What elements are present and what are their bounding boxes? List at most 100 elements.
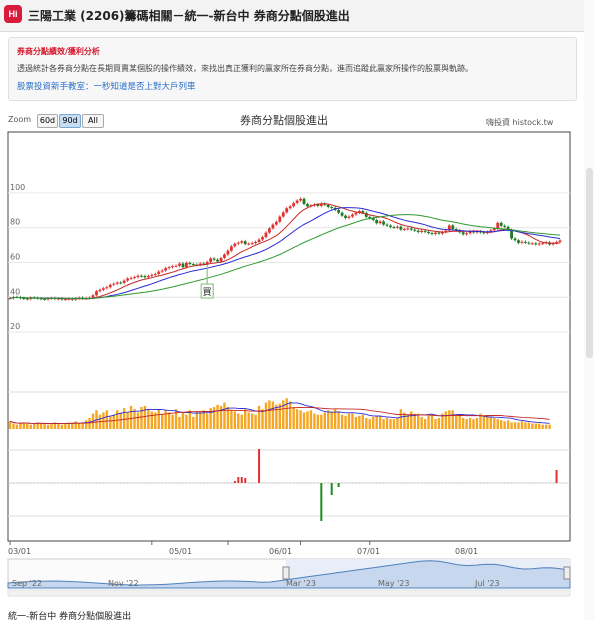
zoom-90d-button[interactable]: 90d (59, 114, 81, 128)
candle (354, 212, 358, 215)
candle (437, 232, 441, 234)
candle (517, 240, 520, 243)
zoom-60d-button[interactable]: 60d (37, 114, 58, 128)
net-tick (113, 482, 115, 484)
candle (326, 204, 330, 207)
newbie-link[interactable]: 股票投資新手教室：一秒知道是否上對大戶列車 (17, 80, 196, 92)
chart-title: 券商分點個股進出 (240, 114, 328, 127)
candle (344, 215, 347, 218)
navigator-handle-right[interactable] (563, 566, 571, 580)
net-tick (26, 482, 28, 484)
net-tick (483, 482, 485, 484)
volume-bar (382, 419, 385, 429)
volume-bar (167, 412, 171, 429)
volume-bar (136, 412, 140, 429)
price-tick-label: 40 (10, 287, 20, 296)
volume-bar (292, 407, 295, 429)
navigator-handle-left[interactable] (282, 566, 290, 580)
net-tick (552, 482, 554, 484)
volume-bar (340, 414, 344, 429)
net-buysell-bar (244, 478, 247, 483)
volume-bar (458, 415, 461, 429)
candle (136, 275, 140, 278)
candle (413, 229, 417, 231)
candle (399, 226, 403, 230)
net-tick (493, 482, 495, 484)
volume-bar (375, 415, 378, 429)
net-tick (223, 482, 226, 484)
net-tick (455, 482, 457, 484)
stock-chart[interactable]: 20 40 60 80 100 買 03/01 05/01 06/01 07/01 08/01 Sep… (0, 128, 584, 604)
net-tick (171, 482, 174, 484)
volume-bar (372, 416, 375, 429)
net-tick (130, 482, 132, 484)
volume-bar (109, 415, 112, 429)
net-tick (348, 482, 350, 484)
zoom-all-button[interactable]: All (82, 114, 104, 128)
volume-bar (147, 409, 150, 429)
candle (385, 224, 389, 226)
volume-bar (475, 418, 479, 429)
net-tick (400, 482, 402, 484)
volume-bar (192, 416, 195, 429)
volume-bar (396, 418, 399, 429)
candle (98, 289, 102, 292)
volume-bar (420, 416, 423, 429)
net-tick (549, 482, 551, 484)
volume-bar (288, 401, 292, 429)
volume-bar (399, 409, 403, 429)
net-tick (403, 482, 405, 484)
volume-bar (499, 420, 503, 429)
volume-bar (271, 401, 275, 429)
net-buysell-bar (233, 481, 236, 483)
net-tick (182, 482, 184, 484)
net-tick (102, 482, 104, 484)
net-tick (500, 482, 502, 484)
net-tick (334, 482, 336, 484)
volume-bar (306, 411, 309, 429)
page-scrollbar[interactable] (584, 0, 594, 620)
histock-logo[interactable]: Hi (4, 5, 22, 23)
candle (146, 275, 150, 278)
candle (150, 274, 154, 276)
net-buysell-bar (258, 449, 261, 483)
candle (216, 259, 219, 262)
net-tick (189, 482, 191, 484)
volume-bar (448, 410, 451, 429)
net-tick (462, 482, 464, 484)
volume-bar (257, 405, 261, 429)
volume-bar (465, 419, 468, 429)
net-tick (158, 482, 160, 484)
histock-credit[interactable]: 嗨投資 histock.tw (486, 117, 553, 128)
scrollbar-thumb[interactable] (586, 168, 593, 358)
net-tick (47, 482, 49, 484)
candle (112, 283, 116, 285)
volume-bar (161, 413, 164, 429)
volume-bar (164, 410, 167, 429)
volume-bar (261, 409, 264, 429)
net-tick (362, 482, 364, 484)
volume-bar (126, 412, 129, 429)
net-tick (192, 482, 194, 484)
volume-bar (157, 409, 160, 429)
net-tick (517, 482, 520, 484)
net-tick (382, 482, 385, 484)
candle (499, 222, 503, 226)
candle (461, 232, 465, 235)
volume-bar (437, 418, 441, 429)
candle (133, 277, 136, 279)
candle (43, 298, 46, 300)
candle (520, 241, 524, 243)
candle (240, 241, 244, 243)
net-tick (396, 482, 399, 484)
net-tick (154, 482, 156, 484)
net-tick (379, 482, 381, 484)
navigator-label: Sep '22 (12, 579, 42, 588)
net-tick (282, 482, 284, 484)
net-tick (230, 482, 232, 484)
net-tick (279, 482, 281, 484)
price-tick-label: 20 (10, 322, 20, 331)
net-tick (206, 482, 208, 484)
volume-bar (531, 423, 534, 429)
volume-bar (19, 423, 22, 429)
